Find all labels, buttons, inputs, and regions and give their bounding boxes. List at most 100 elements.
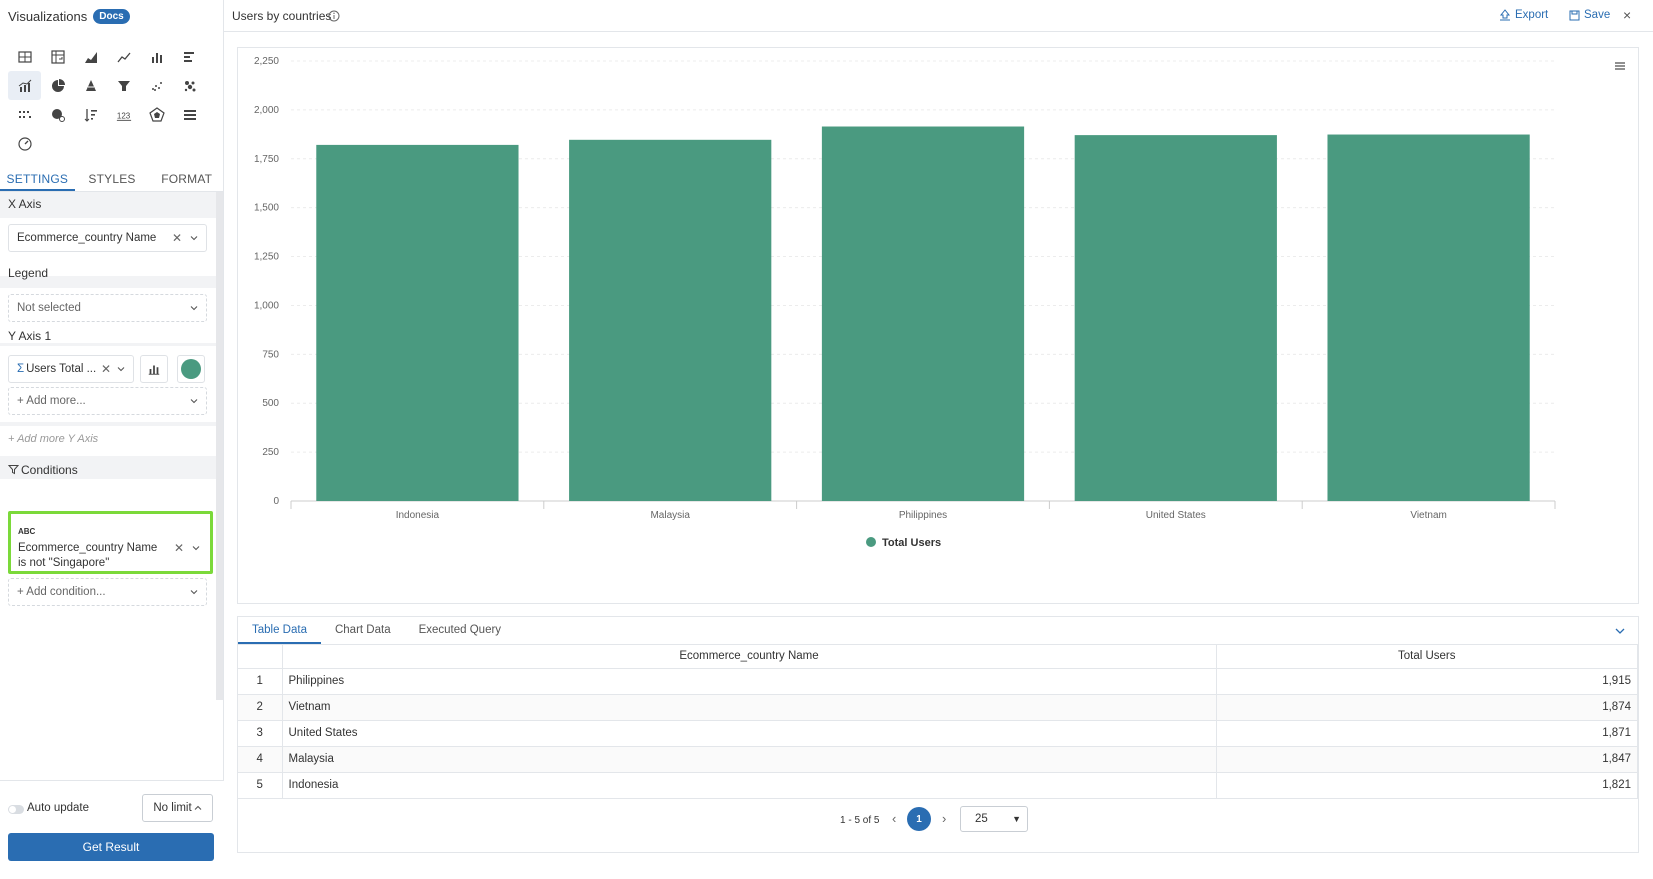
line-chart-viz-icon[interactable] — [107, 42, 140, 71]
chevron-down-icon[interactable] — [190, 588, 198, 596]
settings-panel: X Axis Ecommerce_country Name ✕ Legend N… — [0, 192, 216, 700]
bar[interactable] — [1074, 135, 1277, 502]
chevron-up-icon — [194, 805, 202, 810]
index-column-header — [238, 645, 283, 669]
sort-chart-viz-icon[interactable] — [74, 100, 107, 129]
bar[interactable] — [821, 126, 1025, 501]
page-size-value: 25 — [975, 813, 988, 825]
column-header-country[interactable]: Ecommerce_country Name — [282, 645, 1217, 669]
chevron-down-icon[interactable] — [117, 365, 125, 373]
legend-marker[interactable] — [866, 537, 876, 547]
row-index: 1 — [238, 668, 283, 695]
series-color-button[interactable] — [177, 355, 205, 383]
tab-chart-data[interactable]: Chart Data — [321, 617, 405, 644]
tab-executed-query[interactable]: Executed Query — [405, 617, 515, 644]
table-viz-icon[interactable] — [8, 42, 41, 71]
page-size-select[interactable]: 25 ▼ — [960, 806, 1028, 832]
x-axis-label: X Axis — [8, 197, 42, 211]
page-number-current[interactable]: 1 — [907, 807, 931, 831]
heatmap-viz-icon[interactable] — [8, 100, 41, 129]
y-axis-add-more-field[interactable]: + Add more... — [8, 387, 207, 415]
save-label: Save — [1584, 9, 1611, 21]
table-cell: Malaysia — [282, 746, 1217, 773]
bar-chart-viz-icon[interactable] — [173, 42, 206, 71]
chevron-down-icon[interactable] — [190, 397, 198, 405]
sidebar-scrollbar[interactable] — [216, 192, 223, 700]
tab-table-data[interactable]: Table Data — [238, 617, 321, 644]
number-metric-viz-icon[interactable]: 123 — [107, 100, 140, 129]
condition-remove-icon[interactable]: ✕ — [174, 541, 184, 555]
y-axis-clear-icon[interactable]: ✕ — [101, 362, 111, 376]
sidebar-tabs: SETTINGS STYLES FORMAT — [0, 168, 224, 192]
column-header-total-users[interactable]: Total Users — [1216, 645, 1638, 669]
table-row: 2 Vietnam 1,874 — [238, 694, 1638, 721]
chevron-down-icon[interactable] — [190, 304, 198, 312]
row-index: 5 — [238, 772, 283, 799]
pagination: 1 - 5 of 5 ‹ 1 › 25 ▼ — [238, 805, 1638, 835]
table-cell: 1,847 — [1216, 746, 1638, 773]
x-axis-clear-icon[interactable]: ✕ — [172, 231, 182, 245]
condition-item[interactable]: ABC Ecommerce_country Name is not "Singa… — [8, 511, 213, 574]
bullet-chart-viz-icon[interactable] — [173, 100, 206, 129]
y-tick-label: 1,000 — [254, 300, 279, 311]
y-axis-value: Users Total ... — [26, 363, 97, 375]
bar[interactable] — [316, 144, 519, 501]
legend-label: Legend — [8, 266, 49, 280]
page-title[interactable]: Users by countries — [232, 9, 331, 23]
table-header-row: Ecommerce_country Name Total Users — [238, 645, 1638, 669]
pivot-table-viz-icon[interactable] — [41, 42, 74, 71]
x-axis-field[interactable]: Ecommerce_country Name ✕ — [8, 224, 207, 252]
save-button[interactable]: Save — [1569, 9, 1610, 21]
auto-update-toggle[interactable] — [8, 805, 24, 814]
chevron-down-icon[interactable] — [192, 544, 200, 552]
table-row: 3 United States 1,871 — [238, 720, 1638, 747]
add-condition-field[interactable]: + Add condition... — [8, 578, 207, 606]
info-icon[interactable] — [328, 10, 340, 22]
table-tabs: Table Data Chart Data Executed Query — [238, 617, 1638, 645]
row-index: 3 — [238, 720, 283, 747]
gauge-chart-viz-icon[interactable] — [8, 129, 41, 158]
column-chart-viz-icon[interactable] — [140, 42, 173, 71]
docs-badge[interactable]: Docs — [93, 8, 130, 24]
scatter-chart-viz-icon[interactable] — [140, 71, 173, 100]
tab-settings[interactable]: SETTINGS — [0, 168, 75, 191]
row-limit-select[interactable]: No limit — [142, 794, 213, 822]
sidebar-header: Visualizations Docs — [0, 0, 223, 32]
tab-format[interactable]: FORMAT — [149, 168, 224, 191]
pyramid-chart-viz-icon[interactable] — [74, 71, 107, 100]
export-button[interactable]: Export — [1499, 9, 1548, 21]
legend-value: Not selected — [17, 302, 81, 314]
table-row: 5 Indonesia 1,821 — [238, 772, 1638, 799]
y-tick-label: 750 — [262, 349, 279, 360]
bubble-chart-viz-icon[interactable] — [173, 71, 206, 100]
bar[interactable] — [1327, 134, 1530, 501]
table-cell: 1,915 — [1216, 668, 1638, 695]
legend-label[interactable]: Total Users — [882, 537, 941, 549]
auto-update-label: Auto update — [27, 802, 90, 814]
next-page-icon[interactable]: › — [942, 811, 946, 826]
combination-chart-viz-icon[interactable] — [8, 71, 41, 100]
row-limit-value: No limit — [153, 802, 192, 814]
bar[interactable] — [569, 139, 772, 501]
collapse-chevron-icon[interactable] — [1614, 625, 1626, 637]
y-tick-label: 1,500 — [254, 203, 279, 214]
tab-styles[interactable]: STYLES — [75, 168, 150, 191]
prev-page-icon[interactable]: ‹ — [892, 811, 896, 826]
add-more-y-axis-link[interactable]: + Add more Y Axis — [8, 433, 98, 445]
legend-field[interactable]: Not selected — [8, 294, 207, 322]
y-axis-label: Y Axis 1 — [8, 329, 52, 343]
y-tick-label: 1,250 — [254, 252, 279, 263]
row-index: 2 — [238, 694, 283, 721]
chevron-down-icon[interactable] — [190, 234, 198, 242]
data-table-card: Table Data Chart Data Executed Query Eco… — [237, 616, 1639, 853]
close-icon[interactable]: × — [1623, 7, 1631, 23]
area-chart-viz-icon[interactable] — [74, 42, 107, 71]
y-tick-label: 2,250 — [254, 56, 279, 67]
geo-map-viz-icon[interactable] — [41, 100, 74, 129]
radar-chart-viz-icon[interactable] — [140, 100, 173, 129]
series-chart-type-button[interactable] — [140, 355, 168, 383]
funnel-chart-viz-icon[interactable] — [107, 71, 140, 100]
get-result-button[interactable]: Get Result — [8, 833, 214, 861]
y-axis-field[interactable]: Σ Users Total ... ✕ — [8, 355, 134, 383]
pie-chart-viz-icon[interactable] — [41, 71, 74, 100]
